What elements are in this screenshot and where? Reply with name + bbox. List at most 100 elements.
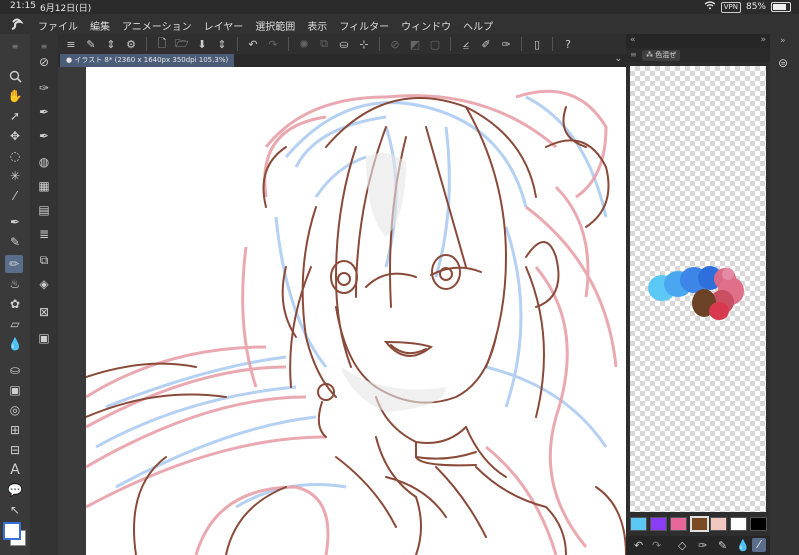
smartphone-icon[interactable]: ▯ xyxy=(530,37,544,51)
tool-property-icon[interactable]: ▤ xyxy=(36,202,52,218)
tab-color-mixing[interactable]: ⁂ 色混ぜ xyxy=(642,50,681,61)
panel-menu-icon[interactable]: ≡ xyxy=(630,50,637,59)
menu-item[interactable]: ヘルプ xyxy=(463,18,493,33)
gradient-icon[interactable]: ▣ xyxy=(7,382,23,398)
hand-icon[interactable]: ✋ xyxy=(7,88,23,104)
menu-item[interactable]: レイヤー xyxy=(204,18,244,33)
sub-tool-mapping-pen-icon[interactable]: ✒ xyxy=(36,104,52,120)
command-bar: ≡ ✎ ⇕ ⚙ 🗋 🗁 ⬇ ⇕ ↶ ↷ ✺ ⧉ ⛀ ⊹ ⊘ ◩ ▢ ⦤ ✐ ✑ … xyxy=(58,34,626,54)
operation-icon[interactable]: ➚ xyxy=(7,108,23,124)
sub-tool-turnip-pen-icon[interactable]: ✒ xyxy=(36,128,52,144)
clip-studio-logo-icon[interactable] xyxy=(10,17,24,31)
eraser-icon[interactable]: ▱ xyxy=(7,316,23,332)
pen-icon[interactable]: ✒ xyxy=(7,214,23,230)
menu-item[interactable]: 選択範囲 xyxy=(255,18,295,33)
mix-eyedropper-icon[interactable]: ⁄ xyxy=(752,538,766,552)
fill-icon[interactable]: ⛀ xyxy=(7,362,23,378)
layer-panel-icon[interactable]: ⊜ xyxy=(778,56,788,70)
magic-wand-icon[interactable]: ✳ xyxy=(7,168,23,184)
redo-icon[interactable]: ↷ xyxy=(266,37,280,51)
menu-item[interactable]: ウィンドウ xyxy=(401,18,451,33)
blend-icon[interactable]: 💧 xyxy=(7,336,23,352)
color-mixing-area[interactable] xyxy=(630,66,766,512)
mix-blend-icon[interactable]: 💧 xyxy=(736,539,750,552)
fill-bucket-icon[interactable]: ⛀ xyxy=(337,37,351,51)
undo-icon[interactable]: ↶ xyxy=(246,37,260,51)
main-color-square[interactable] xyxy=(3,522,21,540)
sub-view-icon[interactable]: ▦ xyxy=(36,178,52,194)
clear-selection-icon[interactable]: ⊘ xyxy=(388,37,402,51)
collapse-left-icon[interactable]: « xyxy=(630,35,636,45)
drawing-canvas[interactable] xyxy=(86,67,626,555)
sub-tool-settings-icon[interactable]: ⊘ xyxy=(36,54,52,70)
sub-palette-menu-icon[interactable]: ≡ xyxy=(36,38,52,54)
collapse-right-icon[interactable]: » xyxy=(760,35,766,45)
chevron-down-icon[interactable]: ⌄ xyxy=(614,54,622,64)
palette-menu-icon[interactable]: ≡ xyxy=(7,38,23,54)
mixed-color-blobs xyxy=(648,266,744,320)
undo-mix-icon[interactable]: ↶ xyxy=(634,539,643,552)
canvas-tab[interactable]: ● イラスト 8* (2360 x 1640px 350dpi 105.3%) xyxy=(60,54,235,67)
updown-icon[interactable]: ⇕ xyxy=(104,37,118,51)
redo-mix-icon[interactable]: ↷ xyxy=(652,539,661,552)
navigator-icon[interactable]: ◍ xyxy=(36,154,52,170)
menu-icon[interactable]: ≡ xyxy=(64,37,78,51)
decoration-icon[interactable]: ✿ xyxy=(7,296,23,312)
menu-item[interactable]: アニメーション xyxy=(122,18,192,33)
ruler-icon[interactable]: ⊟ xyxy=(7,442,23,458)
white-swatch[interactable] xyxy=(730,517,747,531)
menu-item[interactable]: 編集 xyxy=(90,18,110,33)
layer-icon[interactable]: ⧉ xyxy=(36,252,52,268)
save-icon[interactable]: ⬇ xyxy=(195,37,209,51)
layer-property-icon[interactable]: ≣ xyxy=(36,226,52,242)
snap-special-icon[interactable]: ✐ xyxy=(479,37,493,51)
menu-item[interactable]: フィルター xyxy=(339,18,389,33)
snap-ruler-icon[interactable]: ⦤ xyxy=(459,37,473,51)
mix-brush-icon[interactable]: ✎ xyxy=(718,539,727,552)
wifi-icon xyxy=(704,1,716,13)
eyedropper-icon[interactable]: ⁄ xyxy=(7,188,23,204)
help-icon[interactable]: ? xyxy=(561,37,575,51)
menu-item[interactable]: ファイル xyxy=(38,18,78,33)
updown2-icon[interactable]: ⇕ xyxy=(215,37,229,51)
menu-item[interactable]: 表示 xyxy=(307,18,327,33)
purple-swatch[interactable] xyxy=(650,517,667,531)
status-time: 21:15 xyxy=(10,1,36,11)
pink-swatch[interactable] xyxy=(670,517,687,531)
balloon-icon[interactable]: 💬 xyxy=(7,482,23,498)
new-file-icon[interactable]: 🗋 xyxy=(155,37,169,51)
figure-icon[interactable]: ◎ xyxy=(7,402,23,418)
mix-eraser-icon[interactable]: ◇ xyxy=(678,539,686,552)
airbrush-icon[interactable]: ♨ xyxy=(7,276,23,292)
snap-grid-icon[interactable]: ✑ xyxy=(499,37,513,51)
crop-icon[interactable]: ◩ xyxy=(408,37,422,51)
correct-line-icon[interactable]: ↖ xyxy=(7,502,23,518)
material-icon[interactable]: ⊠ xyxy=(36,304,52,320)
zoom-icon[interactable] xyxy=(7,68,23,84)
copy-icon[interactable]: ⧉ xyxy=(317,37,331,51)
open-folder-icon[interactable]: 🗁 xyxy=(175,37,189,51)
frame-border-icon[interactable]: ⊞ xyxy=(7,422,23,438)
expand-icon[interactable]: » xyxy=(780,36,786,46)
main-sub-color[interactable] xyxy=(2,520,28,550)
layers-stack-icon[interactable]: ◈ xyxy=(36,276,52,292)
menu-items: ファイル 編集 アニメーション レイヤー 選択範囲 表示 フィルター ウィンドウ ヘルプ xyxy=(38,18,493,33)
move-icon[interactable]: ✥ xyxy=(7,128,23,144)
sub-tool-gpen-icon[interactable]: ✑ xyxy=(36,80,52,96)
history-icon[interactable]: ▣ xyxy=(36,330,52,346)
clip-studio-icon[interactable]: ⚙ xyxy=(124,37,138,51)
edit-icon[interactable]: ✎ xyxy=(84,37,98,51)
loading-icon[interactable]: ✺ xyxy=(297,37,311,51)
lasso-icon[interactable]: ◌ xyxy=(7,148,23,164)
text-icon[interactable]: A xyxy=(7,462,23,478)
brush-icon[interactable]: ✏ xyxy=(5,255,23,273)
droplets-icon: ⁂ xyxy=(646,51,653,59)
pencil-icon[interactable]: ✎ xyxy=(7,234,23,250)
invert-icon[interactable]: ▢ xyxy=(428,37,442,51)
black-swatch[interactable] xyxy=(750,517,767,531)
transform-icon[interactable]: ⊹ xyxy=(357,37,371,51)
mix-pen-icon[interactable]: ✑ xyxy=(698,539,707,552)
brown-swatch[interactable] xyxy=(690,516,709,532)
light-blue-swatch[interactable] xyxy=(630,517,647,531)
skin-swatch[interactable] xyxy=(710,517,727,531)
